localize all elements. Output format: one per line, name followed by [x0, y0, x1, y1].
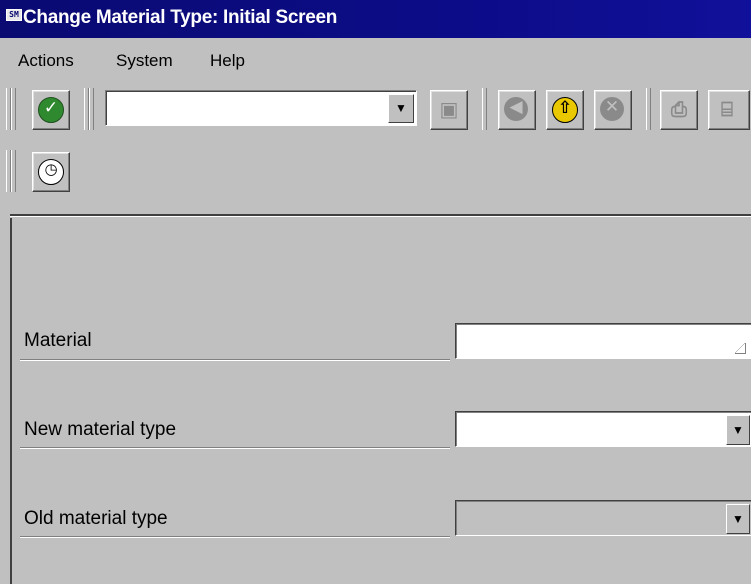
- old-material-type-dropdown-button[interactable]: ▼: [726, 504, 750, 534]
- chevron-down-icon: ▼: [732, 423, 744, 437]
- back-button[interactable]: ◀: [498, 90, 536, 130]
- material-input[interactable]: [455, 323, 751, 359]
- old-material-type-select[interactable]: ▼: [455, 500, 751, 536]
- menu-actions[interactable]: Actions: [18, 51, 74, 71]
- find-button[interactable]: ⌸: [708, 90, 750, 130]
- new-material-type-select[interactable]: ▼: [455, 411, 751, 447]
- new-material-type-label: New material type: [24, 419, 177, 440]
- chevron-down-icon: ▼: [395, 101, 407, 115]
- enter-button[interactable]: ✓: [32, 90, 70, 130]
- command-field[interactable]: ▼: [105, 90, 417, 126]
- command-field-dropdown-button[interactable]: ▼: [388, 94, 414, 123]
- print-icon: ⎙: [671, 97, 687, 121]
- check-icon: ✓: [38, 97, 64, 123]
- old-material-type-label: Old material type: [24, 508, 168, 529]
- chevron-down-icon: ▼: [732, 512, 744, 526]
- cancel-icon: ✕: [600, 97, 624, 121]
- exit-button[interactable]: ⇧: [546, 90, 584, 130]
- resize-icon: [735, 343, 746, 354]
- toolbar-grip: [11, 150, 16, 192]
- save-button[interactable]: ▣: [430, 90, 468, 130]
- old-material-type-underline: [20, 536, 450, 537]
- sap-system-icon[interactable]: SM: [6, 9, 22, 21]
- toolbar-grip: [11, 88, 16, 130]
- toolbar-divider: [10, 214, 751, 217]
- save-icon: ▣: [439, 97, 459, 121]
- menu-help[interactable]: Help: [210, 51, 245, 71]
- material-label-underline: [20, 359, 450, 360]
- new-material-type-dropdown-button[interactable]: ▼: [726, 415, 750, 445]
- application-toolbar: ◷: [0, 144, 751, 204]
- toolbar-separator: [646, 88, 651, 130]
- toolbar-separator: [89, 88, 94, 130]
- toolbar-separator: [482, 88, 487, 130]
- back-icon: ◀: [504, 97, 528, 121]
- exit-icon: ⇧: [552, 97, 578, 123]
- window-title: Change Material Type: Initial Screen: [23, 7, 338, 28]
- material-label: Material: [24, 330, 92, 351]
- title-bar: SM Change Material Type: Initial Screen: [0, 0, 751, 38]
- print-button[interactable]: ⎙: [660, 90, 698, 130]
- find-icon: ⌸: [721, 97, 733, 121]
- selection-form: Material New material type ▼ Old materia…: [10, 218, 751, 584]
- clock-icon: ◷: [38, 159, 64, 185]
- new-material-type-underline: [20, 447, 450, 448]
- menu-bar: Actions System Help: [0, 38, 751, 80]
- menu-system[interactable]: System: [116, 51, 173, 71]
- cancel-button[interactable]: ✕: [594, 90, 632, 130]
- execute-button[interactable]: ◷: [32, 152, 70, 192]
